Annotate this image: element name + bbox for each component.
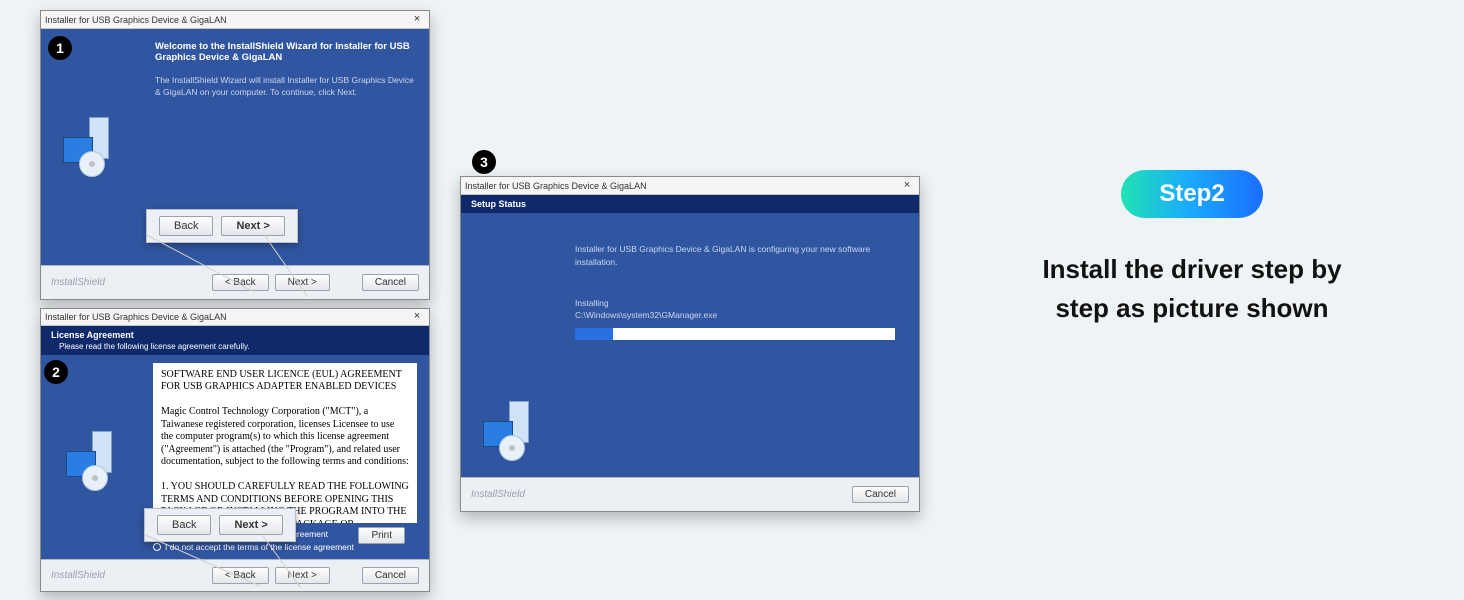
subheader: License Agreement Please read the follow…: [41, 326, 429, 355]
window-title: Installer for USB Graphics Device & Giga…: [45, 312, 227, 322]
instruction-line-2: step as picture shown: [960, 289, 1424, 328]
eula-heading: SOFTWARE END USER LICENCE (EUL) AGREEMEN…: [161, 369, 409, 394]
radio-label: I do not accept the terms of the license…: [165, 542, 354, 552]
brand-label: InstallShield: [471, 489, 525, 500]
installing-label: Installing: [575, 297, 905, 310]
next-button-zoom[interactable]: Next >: [219, 515, 282, 535]
instruction-panel: Step2 Install the driver step by step as…: [960, 170, 1424, 328]
cancel-button[interactable]: Cancel: [852, 486, 909, 503]
titlebar: Installer for USB Graphics Device & Giga…: [41, 309, 429, 326]
wizard-graphic: [461, 213, 561, 477]
step-badge-1: 1: [48, 36, 72, 60]
subheader-title: Setup Status: [471, 199, 909, 209]
back-button-zoom[interactable]: Back: [157, 515, 211, 535]
welcome-paragraph: The InstallShield Wizard will install In…: [155, 75, 415, 99]
back-button-zoom[interactable]: Back: [159, 216, 213, 236]
cancel-button[interactable]: Cancel: [362, 567, 419, 584]
progress-bar: [575, 328, 895, 340]
installer-window-license: Installer for USB Graphics Device & Giga…: [40, 308, 430, 592]
eula-text-box[interactable]: SOFTWARE END USER LICENCE (EUL) AGREEMEN…: [153, 363, 417, 523]
wizard-graphic: [39, 431, 149, 491]
step-pill: Step2: [1121, 170, 1262, 218]
content-area: Installer for USB Graphics Device & Giga…: [461, 213, 919, 477]
subheader-title: License Agreement: [51, 330, 419, 340]
window-title: Installer for USB Graphics Device & Giga…: [465, 181, 647, 191]
instruction-line-1: Install the driver step by: [960, 250, 1424, 289]
wizard-graphic: [41, 29, 141, 265]
zoom-callout-2: Back Next >: [144, 508, 296, 542]
installer-window-welcome: Installer for USB Graphics Device & Giga…: [40, 10, 430, 300]
cancel-button[interactable]: Cancel: [362, 274, 419, 291]
welcome-heading: Welcome to the InstallShield Wizard for …: [155, 41, 415, 63]
radio-icon: [153, 543, 161, 551]
close-icon[interactable]: ×: [409, 310, 425, 324]
brand-label: InstallShield: [51, 570, 105, 581]
subheader-subtitle: Please read the following license agreem…: [59, 342, 419, 351]
progress-fill: [575, 328, 613, 340]
step-badge-3: 3: [472, 150, 496, 174]
install-path: C:\Windows\system32\GManager.exe: [575, 309, 905, 322]
step-badge-2: 2: [44, 360, 68, 384]
titlebar: Installer for USB Graphics Device & Giga…: [461, 177, 919, 195]
footer: InstallShield Cancel: [461, 477, 919, 511]
close-icon[interactable]: ×: [409, 13, 425, 27]
back-button[interactable]: < Back: [212, 567, 269, 584]
status-message: Installer for USB Graphics Device & Giga…: [575, 243, 905, 269]
eula-paragraph: Magic Control Technology Corporation ("M…: [161, 406, 409, 469]
brand-label: InstallShield: [51, 277, 105, 288]
subheader: Setup Status: [461, 195, 919, 213]
window-title: Installer for USB Graphics Device & Giga…: [45, 15, 227, 25]
titlebar: Installer for USB Graphics Device & Giga…: [41, 11, 429, 29]
close-icon[interactable]: ×: [899, 179, 915, 193]
print-button[interactable]: Print: [358, 527, 405, 544]
zoom-callout-1: Back Next >: [146, 209, 298, 243]
back-button[interactable]: < Back: [212, 274, 269, 291]
next-button[interactable]: Next >: [275, 567, 330, 584]
installer-window-progress: Installer for USB Graphics Device & Giga…: [460, 176, 920, 512]
instruction-text: Install the driver step by step as pictu…: [960, 250, 1424, 328]
next-button-zoom[interactable]: Next >: [221, 216, 284, 236]
